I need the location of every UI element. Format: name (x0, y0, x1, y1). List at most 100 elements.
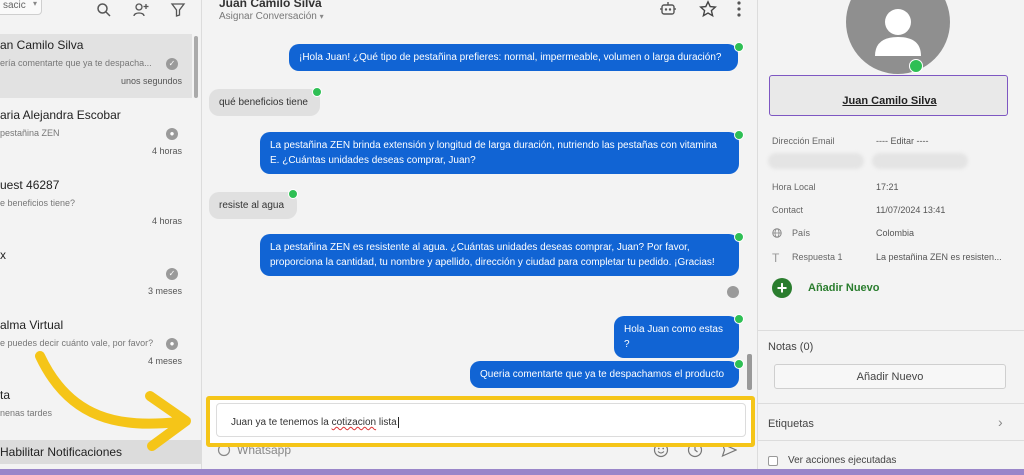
message-composer-highlight: Juan ya te tenemos la cotizacion lista (206, 396, 755, 447)
conversation-name: alma Virtual (0, 318, 64, 332)
conversation-time: unos segundos (120, 76, 182, 86)
message-text: La pestañina ZEN es resistente al agua. … (270, 242, 715, 268)
conversation-item[interactable]: an Camilo Silva ería comentarte que ya t… (0, 34, 192, 98)
message-input-text: Juan ya te tenemos la cotizacion lista (231, 417, 399, 429)
conversation-time: 3 meses (147, 286, 182, 296)
conversation-list-scrollbar[interactable] (194, 36, 198, 98)
filter-select-value: sacic (3, 0, 26, 11)
whatsapp-icon (734, 359, 744, 369)
blurred-field (768, 153, 864, 169)
person-icon: ● (166, 128, 178, 140)
divider (758, 440, 1024, 441)
message-text: resiste al agua (219, 200, 285, 211)
contact-name: Juan Camilo Silva (842, 95, 937, 107)
outgoing-message[interactable]: ¡Hola Juan! ¿Qué tipo de pestañina prefi… (289, 44, 738, 71)
conversation-filter-select[interactable]: sacic ▾ (0, 0, 42, 15)
contact-name-box[interactable]: Juan Camilo Silva (769, 75, 1008, 116)
conversation-snippet: e beneficios tiene? (0, 198, 76, 208)
conversation-time: 4 meses (147, 356, 182, 366)
agent-avatar-icon (727, 286, 739, 298)
field-value-country: Colombia (876, 228, 915, 238)
field-value-contact: 11/07/2024 13:41 (876, 205, 946, 215)
assign-conversation-dropdown[interactable]: Asignar Conversación ▾ (219, 11, 324, 22)
show-actions-checkbox[interactable] (768, 456, 778, 466)
plus-icon: + (772, 278, 792, 298)
conversation-item[interactable]: aria Alejandra Escobar pestañina ZEN ● 4… (0, 104, 192, 168)
contact-avatar (846, 0, 950, 74)
conversation-name: x (0, 248, 6, 262)
field-label-local-time: Hora Local (772, 182, 816, 192)
whatsapp-icon (734, 130, 744, 140)
message-text: La pestañina ZEN brinda extensión y long… (270, 140, 717, 166)
incoming-message[interactable]: qué beneficios tiene (209, 89, 320, 116)
chevron-down-icon: ▾ (319, 12, 324, 21)
whatsapp-icon (909, 59, 923, 73)
app-window: sacic ▾ an Camilo Silva ería comentarte … (0, 0, 1024, 475)
message-text: Hola Juan como estas ? (624, 324, 723, 350)
outgoing-message[interactable]: Queria comentarte que ya te despachamos … (470, 361, 739, 388)
tags-title[interactable]: Etiquetas (768, 418, 814, 430)
chat-contact-name: Juan Camilo Silva (219, 0, 322, 10)
conversation-snippet: pestañina ZEN (0, 128, 60, 138)
conversation-time: 4 horas (151, 216, 182, 226)
robot-icon[interactable] (659, 0, 677, 18)
conversation-name: aria Alejandra Escobar (0, 108, 121, 122)
add-field-label: Añadir Nuevo (808, 282, 880, 294)
search-icon[interactable] (96, 2, 112, 18)
conversation-item[interactable]: ta nenas tardes (0, 384, 192, 448)
conversation-item[interactable]: x ✓ 3 meses (0, 244, 192, 308)
outgoing-message[interactable]: Hola Juan como estas ? (614, 316, 739, 358)
conversation-name: ta (0, 388, 11, 402)
person-icon: ● (166, 338, 178, 350)
chat-panel: Juan Camilo Silva Asignar Conversación ▾… (203, 0, 756, 475)
chevron-down-icon: ▾ (32, 0, 37, 8)
message-text: Queria comentarte que ya te despachamos … (480, 369, 725, 380)
star-icon[interactable] (699, 0, 717, 18)
conversation-item[interactable]: uest 46287 e beneficios tiene? 4 horas (0, 174, 192, 238)
conversation-snippet: ería comentarte que ya te despacha... (0, 58, 152, 68)
conversation-item[interactable]: alma Virtual e puedes decir cuánto vale,… (0, 314, 192, 378)
whatsapp-icon (288, 189, 298, 199)
field-label-answer: Respuesta 1 (792, 252, 843, 262)
add-note-button[interactable]: Añadir Nuevo (774, 364, 1006, 389)
text-icon: T (772, 251, 780, 265)
outgoing-message[interactable]: La pestañina ZEN es resistente al agua. … (260, 234, 739, 276)
whatsapp-icon (312, 87, 322, 97)
conversation-name: uest 46287 (0, 178, 60, 192)
message-text: qué beneficios tiene (219, 97, 308, 108)
whatsapp-icon (734, 42, 744, 52)
enable-notifications-button[interactable]: Habilitar Notificaciones (0, 440, 201, 464)
globe-icon (772, 228, 782, 238)
read-check-icon: ✓ (166, 58, 178, 70)
contact-profile-panel: Juan Camilo Silva Dirección Email ---- E… (757, 0, 1024, 475)
more-vertical-icon[interactable] (734, 0, 744, 18)
notes-title: Notas (0) (768, 341, 814, 353)
person-icon (875, 9, 921, 56)
chat-scrollbar[interactable] (747, 354, 752, 390)
read-check-icon: ✓ (166, 268, 178, 280)
field-label-email: Dirección Email (772, 136, 835, 146)
outgoing-message[interactable]: La pestañina ZEN brinda extensión y long… (260, 132, 739, 174)
enable-notifications-label: Habilitar Notificaciones (0, 445, 123, 459)
text-caret (397, 417, 399, 428)
conversation-snippet: nenas tardes (0, 408, 53, 418)
field-value-answer: La pestañina ZEN es resisten... (876, 252, 1002, 262)
filter-icon[interactable] (170, 2, 186, 18)
show-actions-label: Ver acciones ejecutadas (788, 455, 897, 466)
divider (758, 330, 1024, 331)
conversation-time: 4 horas (151, 146, 182, 156)
message-text: ¡Hola Juan! ¿Qué tipo de pestañina prefi… (299, 52, 722, 63)
assign-conversation-label: Asignar Conversación (219, 11, 317, 22)
field-value-email[interactable]: ---- Editar ---- (876, 136, 929, 146)
incoming-message[interactable]: resiste al agua (209, 192, 297, 219)
whatsapp-icon (734, 314, 744, 324)
add-contact-icon[interactable] (133, 2, 149, 18)
message-input[interactable]: Juan ya te tenemos la cotizacion lista (216, 403, 746, 437)
field-label-country: País (792, 228, 811, 238)
blurred-field (872, 153, 968, 169)
bottom-accent-strip (0, 469, 1024, 475)
conversation-name: an Camilo Silva (0, 38, 84, 52)
conversation-list-toolbar: sacic ▾ (0, 0, 201, 22)
chevron-right-icon[interactable]: › (998, 414, 1003, 430)
field-label-contact: Contact (772, 205, 804, 215)
